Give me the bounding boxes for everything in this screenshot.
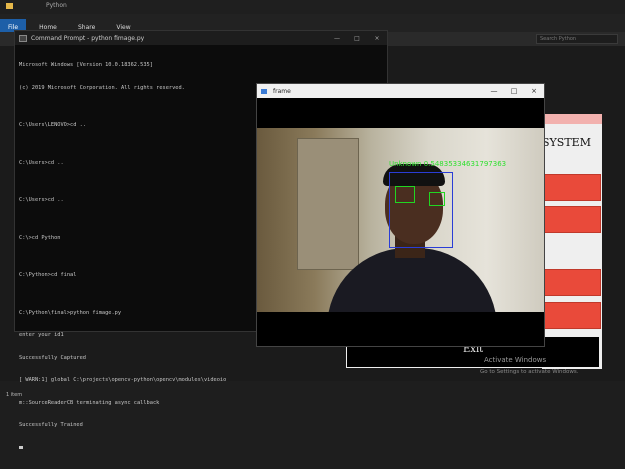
- explorer-title: Python: [46, 2, 67, 9]
- cmd-icon: [19, 34, 27, 42]
- webcam-feed: Unknown 0.54835334631797363: [257, 128, 544, 312]
- frame-minimize-button[interactable]: —: [484, 87, 504, 95]
- app-button[interactable]: [544, 206, 601, 233]
- eye-detection-box-left: [395, 186, 415, 203]
- cmd-line: [ WARN:1] global C:\projects\opencv-pyth…: [19, 377, 227, 383]
- cmd-title: Command Prompt - python fimage.py: [31, 34, 145, 42]
- cmd-close-button[interactable]: ×: [367, 35, 387, 42]
- frame-window[interactable]: frame — □ × Unknown 0.54835334631797363: [256, 83, 545, 347]
- app-button[interactable]: [544, 269, 601, 296]
- frame-bottom-bar: [257, 312, 544, 346]
- cmd-line: Successfully Trained: [19, 422, 83, 428]
- cmd-minimize-button[interactable]: —: [327, 35, 347, 42]
- cmd-line: Microsoft Windows [Version 10.0.18362.53…: [19, 62, 153, 68]
- cmd-maximize-button[interactable]: □: [347, 35, 367, 42]
- activate-windows-hint: Go to Settings to activate Windows.: [480, 369, 579, 375]
- folder-icon: [6, 3, 13, 9]
- cmd-line: m::SourceReaderCB terminating async call…: [19, 399, 160, 406]
- frame-maximize-button[interactable]: □: [504, 87, 524, 95]
- frame-icon: [261, 88, 267, 94]
- frame-titlebar[interactable]: frame — □ ×: [257, 84, 544, 98]
- cmd-titlebar[interactable]: Command Prompt - python fimage.py — □ ×: [15, 31, 387, 45]
- app-titlebar[interactable]: [542, 114, 602, 124]
- attendance-app-window: SYSTEM: [542, 114, 602, 369]
- door: [297, 138, 359, 270]
- explorer-titlebar: Python: [0, 0, 625, 14]
- frame-title: frame: [273, 87, 291, 95]
- face-detection-box: [389, 172, 453, 248]
- search-input[interactable]: Search Python: [536, 34, 618, 44]
- frame-close-button[interactable]: ×: [524, 87, 544, 95]
- app-title: SYSTEM: [542, 136, 591, 149]
- activate-windows-watermark: Activate Windows: [484, 356, 547, 364]
- cmd-cursor: [19, 445, 383, 453]
- eye-detection-box-right: [429, 192, 445, 206]
- recognition-label: Unknown 0.54835334631797363: [389, 160, 507, 168]
- app-button[interactable]: [544, 302, 601, 329]
- app-button[interactable]: [544, 174, 601, 201]
- cmd-line: Successfully Captured: [19, 354, 86, 361]
